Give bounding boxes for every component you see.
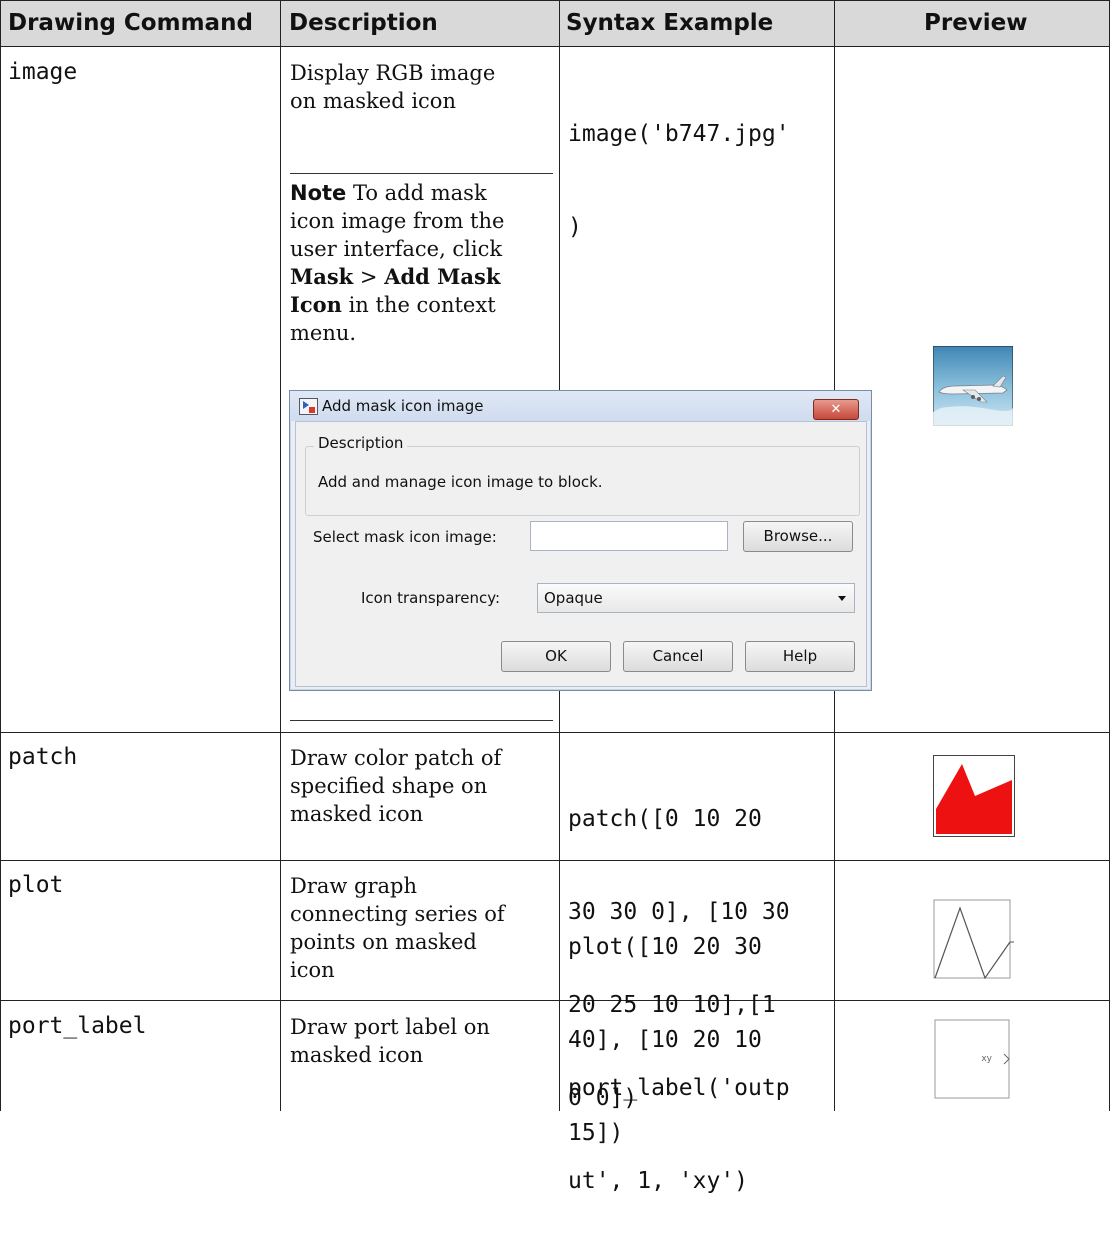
grid-line xyxy=(0,1000,1110,1001)
description-image: Display RGB image on masked icon xyxy=(290,59,495,115)
description-line: specified shape on xyxy=(290,774,488,798)
note-block: Note To add mask icon image from the use… xyxy=(290,179,555,347)
description-line: on masked icon xyxy=(290,89,456,113)
note-text: in the context xyxy=(341,293,496,317)
grid-line xyxy=(0,0,1110,1)
command-patch: patch xyxy=(8,744,78,770)
description-plot: Draw graph connecting series of points o… xyxy=(290,872,505,984)
select-image-label: Select mask icon image: xyxy=(313,528,497,546)
dialog-titlebar: Add mask icon image ✕ xyxy=(290,391,871,421)
syntax-line: image('b747.jpg' xyxy=(568,121,790,147)
header-syntax-example: Syntax Example xyxy=(566,10,774,36)
patch-preview xyxy=(933,755,1015,837)
transparency-select[interactable]: Opaque xyxy=(537,583,855,613)
groupbox-title: Description xyxy=(314,434,408,452)
grid-line xyxy=(0,0,1,1111)
note-add-mask-bold: Add Mask xyxy=(384,264,501,289)
note-text: > xyxy=(353,265,385,289)
description-line: connecting series of xyxy=(290,902,505,926)
header-description: Description xyxy=(289,10,438,36)
plot-preview xyxy=(933,899,1015,981)
grid-line xyxy=(280,0,281,1111)
description-line: Draw port label on xyxy=(290,1015,490,1039)
description-line: Draw color patch of xyxy=(290,746,502,770)
grid-line xyxy=(0,46,1110,47)
header-drawing-command: Drawing Command xyxy=(8,10,253,36)
syntax-line: ) xyxy=(568,214,582,240)
command-plot: plot xyxy=(8,872,64,898)
help-button[interactable]: Help xyxy=(745,641,855,672)
note-bottom-rule xyxy=(290,720,553,721)
grid-line xyxy=(0,732,1110,733)
mask-icon-image-input[interactable] xyxy=(530,521,728,551)
description-line: masked icon xyxy=(290,802,424,826)
table-header: Drawing Command Description Syntax Examp… xyxy=(0,0,1110,46)
note-label: Note xyxy=(290,181,347,205)
description-line: points on masked xyxy=(290,930,477,954)
note-mask-bold: Mask xyxy=(290,264,354,289)
cancel-button[interactable]: Cancel xyxy=(623,641,733,672)
port-label-text: xy xyxy=(981,1054,992,1064)
description-line: Display RGB image xyxy=(290,61,496,85)
note-text: user interface, click xyxy=(290,237,503,261)
syntax-image: image('b747.jpg' ) xyxy=(568,57,790,305)
note-icon-bold: Icon xyxy=(290,292,342,317)
note-text: menu. xyxy=(290,321,357,345)
app-icon xyxy=(299,398,318,415)
syntax-line: plot([10 20 30 xyxy=(568,934,762,960)
description-line: masked icon xyxy=(290,1043,424,1067)
syntax-port-label: port_label('outp ut', 1, 'xy') xyxy=(568,1011,790,1259)
command-port-label: port_label xyxy=(8,1013,147,1039)
dialog-body: Description Add and manage icon image to… xyxy=(295,421,867,687)
close-icon[interactable]: ✕ xyxy=(813,399,859,420)
drawing-commands-table: Drawing Command Description Syntax Examp… xyxy=(0,0,1110,1194)
description-line: icon xyxy=(290,958,335,982)
header-preview: Preview xyxy=(924,10,1028,36)
groupbox-text: Add and manage icon image to block. xyxy=(318,473,603,491)
chevron-down-icon xyxy=(838,596,846,601)
description-line: Draw graph xyxy=(290,874,418,898)
ok-button[interactable]: OK xyxy=(501,641,611,672)
description-port-label: Draw port label on masked icon xyxy=(290,1013,490,1069)
dialog-title: Add mask icon image xyxy=(322,397,484,415)
command-image: image xyxy=(8,59,78,85)
grid-line xyxy=(0,860,1110,861)
transparency-label: Icon transparency: xyxy=(361,589,501,607)
note-top-rule xyxy=(290,173,553,174)
transparency-value: Opaque xyxy=(544,589,603,607)
browse-button[interactable]: Browse... xyxy=(743,521,853,552)
syntax-line: ut', 1, 'xy') xyxy=(568,1168,749,1194)
add-mask-icon-image-dialog: Add mask icon image ✕ Description Add an… xyxy=(289,390,872,691)
airplane-image-preview xyxy=(932,345,1014,427)
syntax-line: port_label('outp xyxy=(568,1075,790,1101)
description-patch: Draw color patch of specified shape on m… xyxy=(290,744,501,828)
note-text: To add mask xyxy=(346,181,487,205)
syntax-line: patch([0 10 20 xyxy=(568,806,762,832)
port-label-preview: xy xyxy=(934,1018,1014,1100)
note-text: icon image from the xyxy=(290,209,505,233)
